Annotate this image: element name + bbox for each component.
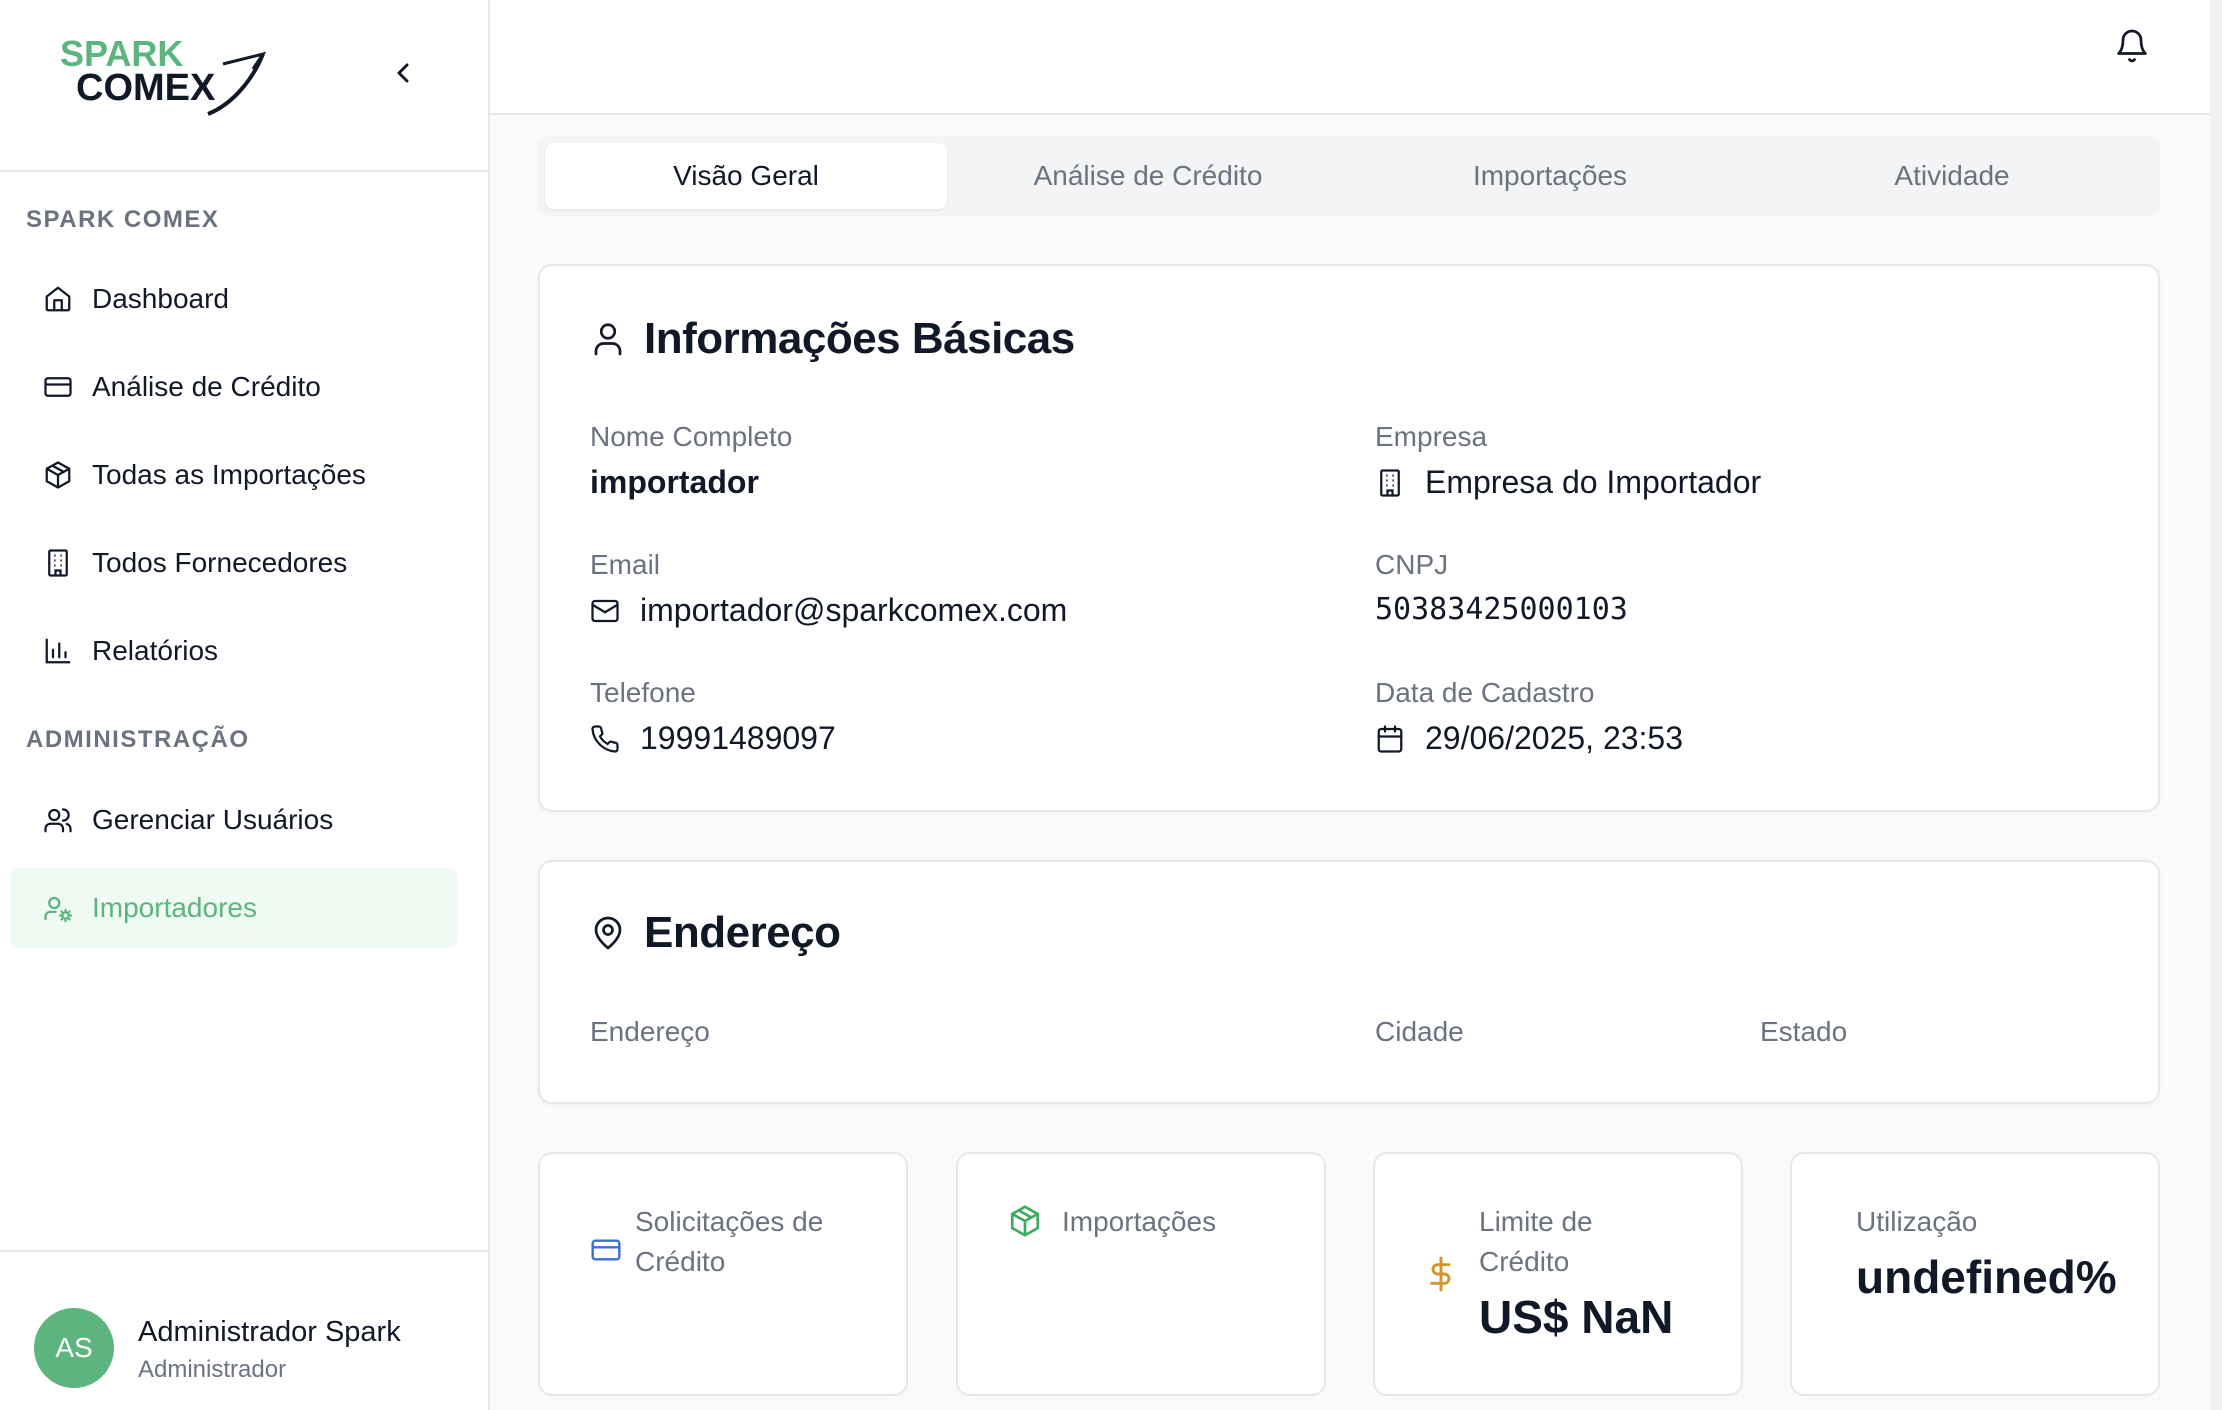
email-value: importador@sparkcomex.com	[590, 592, 1067, 629]
tab-credit-analysis[interactable]: Análise de Crédito	[947, 143, 1349, 209]
sidebar-item-label: Análise de Crédito	[92, 371, 321, 402]
stat-label: Utilização	[1856, 1206, 1978, 1237]
logo-area: SPARK COMEX	[0, 0, 488, 172]
stat-card-usage: Utilização undefined%	[1790, 1152, 2160, 1396]
cnpj-label: CNPJ	[1375, 549, 1449, 580]
sidebar-item-credit-analysis[interactable]: Análise de Crédito	[10, 347, 458, 427]
sidebar-item-label: Relatórios	[92, 635, 219, 666]
credit-card-icon	[590, 1234, 624, 1268]
phone-icon	[590, 723, 622, 755]
usage-value: undefined%	[1856, 1251, 2117, 1303]
city-label: Cidade	[1375, 1016, 1464, 1047]
stat-label: Importações	[1062, 1206, 1217, 1237]
home-icon	[42, 283, 74, 315]
collapse-sidebar-button[interactable]	[386, 56, 420, 90]
cnpj-value: 50383425000103	[1375, 592, 1628, 627]
sidebar-item-label: Todas as Importações	[92, 459, 366, 490]
sidebar-item-suppliers[interactable]: Todos Fornecedores	[10, 523, 458, 603]
sidebar-item-label: Todos Fornecedores	[92, 547, 348, 578]
sidebar-item-dashboard[interactable]: Dashboard	[10, 259, 458, 339]
sidebar: SPARK COMEX SPARK COMEX Dashboard Anális…	[0, 0, 490, 1410]
section-label-admin: ADMINISTRAÇÃO	[26, 726, 250, 753]
company-value: Empresa do Importador	[1375, 464, 1761, 501]
stat-label: Solicitações de	[635, 1206, 824, 1237]
bell-icon[interactable]	[2114, 26, 2150, 66]
user-role: Administrador	[138, 1356, 287, 1383]
stat-label: Limite de	[1479, 1206, 1593, 1237]
email-label: Email	[590, 549, 661, 580]
user-name: Administrador Spark	[138, 1316, 401, 1348]
stat-card-credit-limit: Limite de Crédito US$ NaN	[1373, 1152, 1743, 1396]
address-card: Endereço Endereço Cidade Estado	[538, 860, 2160, 1104]
calendar-icon	[1375, 723, 1407, 755]
credit-card-icon	[42, 371, 74, 403]
sidebar-item-importers[interactable]: Importadores	[10, 868, 458, 948]
dollar-icon	[1425, 1254, 1459, 1292]
phone-label: Telefone	[590, 677, 696, 708]
map-pin-icon	[590, 914, 628, 952]
basic-info-card: Informações Básicas Nome Completo import…	[538, 264, 2160, 812]
date-label: Data de Cadastro	[1375, 677, 1595, 708]
stat-card-imports: Importações	[956, 1152, 1326, 1396]
tab-imports[interactable]: Importações	[1349, 143, 1751, 209]
package-icon	[42, 459, 74, 491]
tab-overview[interactable]: Visão Geral	[545, 143, 947, 209]
bar-chart-icon	[42, 635, 74, 667]
scrollbar[interactable]	[2210, 0, 2222, 1410]
sidebar-item-manage-users[interactable]: Gerenciar Usuários	[10, 780, 458, 860]
name-value: importador	[590, 464, 759, 500]
user-profile[interactable]: AS Administrador Spark Administrador	[0, 1250, 490, 1410]
building-icon	[1375, 467, 1407, 499]
sidebar-item-label: Dashboard	[92, 283, 229, 314]
credit-limit-value: US$ NaN	[1479, 1291, 1674, 1343]
building-icon	[42, 547, 74, 579]
phone-value: 19991489097	[590, 720, 836, 757]
tab-activity[interactable]: Atividade	[1751, 143, 2153, 209]
package-icon	[1008, 1204, 1042, 1238]
avatar: AS	[34, 1308, 114, 1388]
sidebar-item-label: Importadores	[92, 892, 257, 923]
sidebar-item-label: Gerenciar Usuários	[92, 804, 334, 835]
company-label: Empresa	[1375, 421, 1488, 452]
basic-info-title: Informações Básicas	[590, 314, 1075, 364]
address-label: Endereço	[590, 1016, 710, 1047]
svg-text:COMEX: COMEX	[76, 67, 216, 109]
address-title: Endereço	[590, 908, 841, 958]
user-cog-icon	[42, 892, 74, 924]
sidebar-item-reports[interactable]: Relatórios	[10, 611, 458, 691]
stat-label: Crédito	[1479, 1246, 1570, 1277]
date-value: 29/06/2025, 23:53	[1375, 720, 1683, 757]
sidebar-item-all-imports[interactable]: Todas as Importações	[10, 435, 458, 515]
state-label: Estado	[1760, 1016, 1848, 1047]
section-label-spark: SPARK COMEX	[26, 206, 220, 233]
users-icon	[42, 804, 74, 836]
mail-icon	[590, 595, 622, 627]
tabs: Visão Geral Análise de Crédito Importaçõ…	[538, 136, 2160, 216]
user-icon	[590, 320, 628, 358]
spark-comex-logo[interactable]: SPARK COMEX	[58, 33, 268, 124]
name-label: Nome Completo	[590, 421, 793, 452]
stat-label: Crédito	[635, 1246, 726, 1277]
stat-card-credit-requests: Solicitações de Crédito	[538, 1152, 908, 1396]
chevron-left-icon	[397, 63, 409, 83]
top-bar	[490, 0, 2210, 115]
